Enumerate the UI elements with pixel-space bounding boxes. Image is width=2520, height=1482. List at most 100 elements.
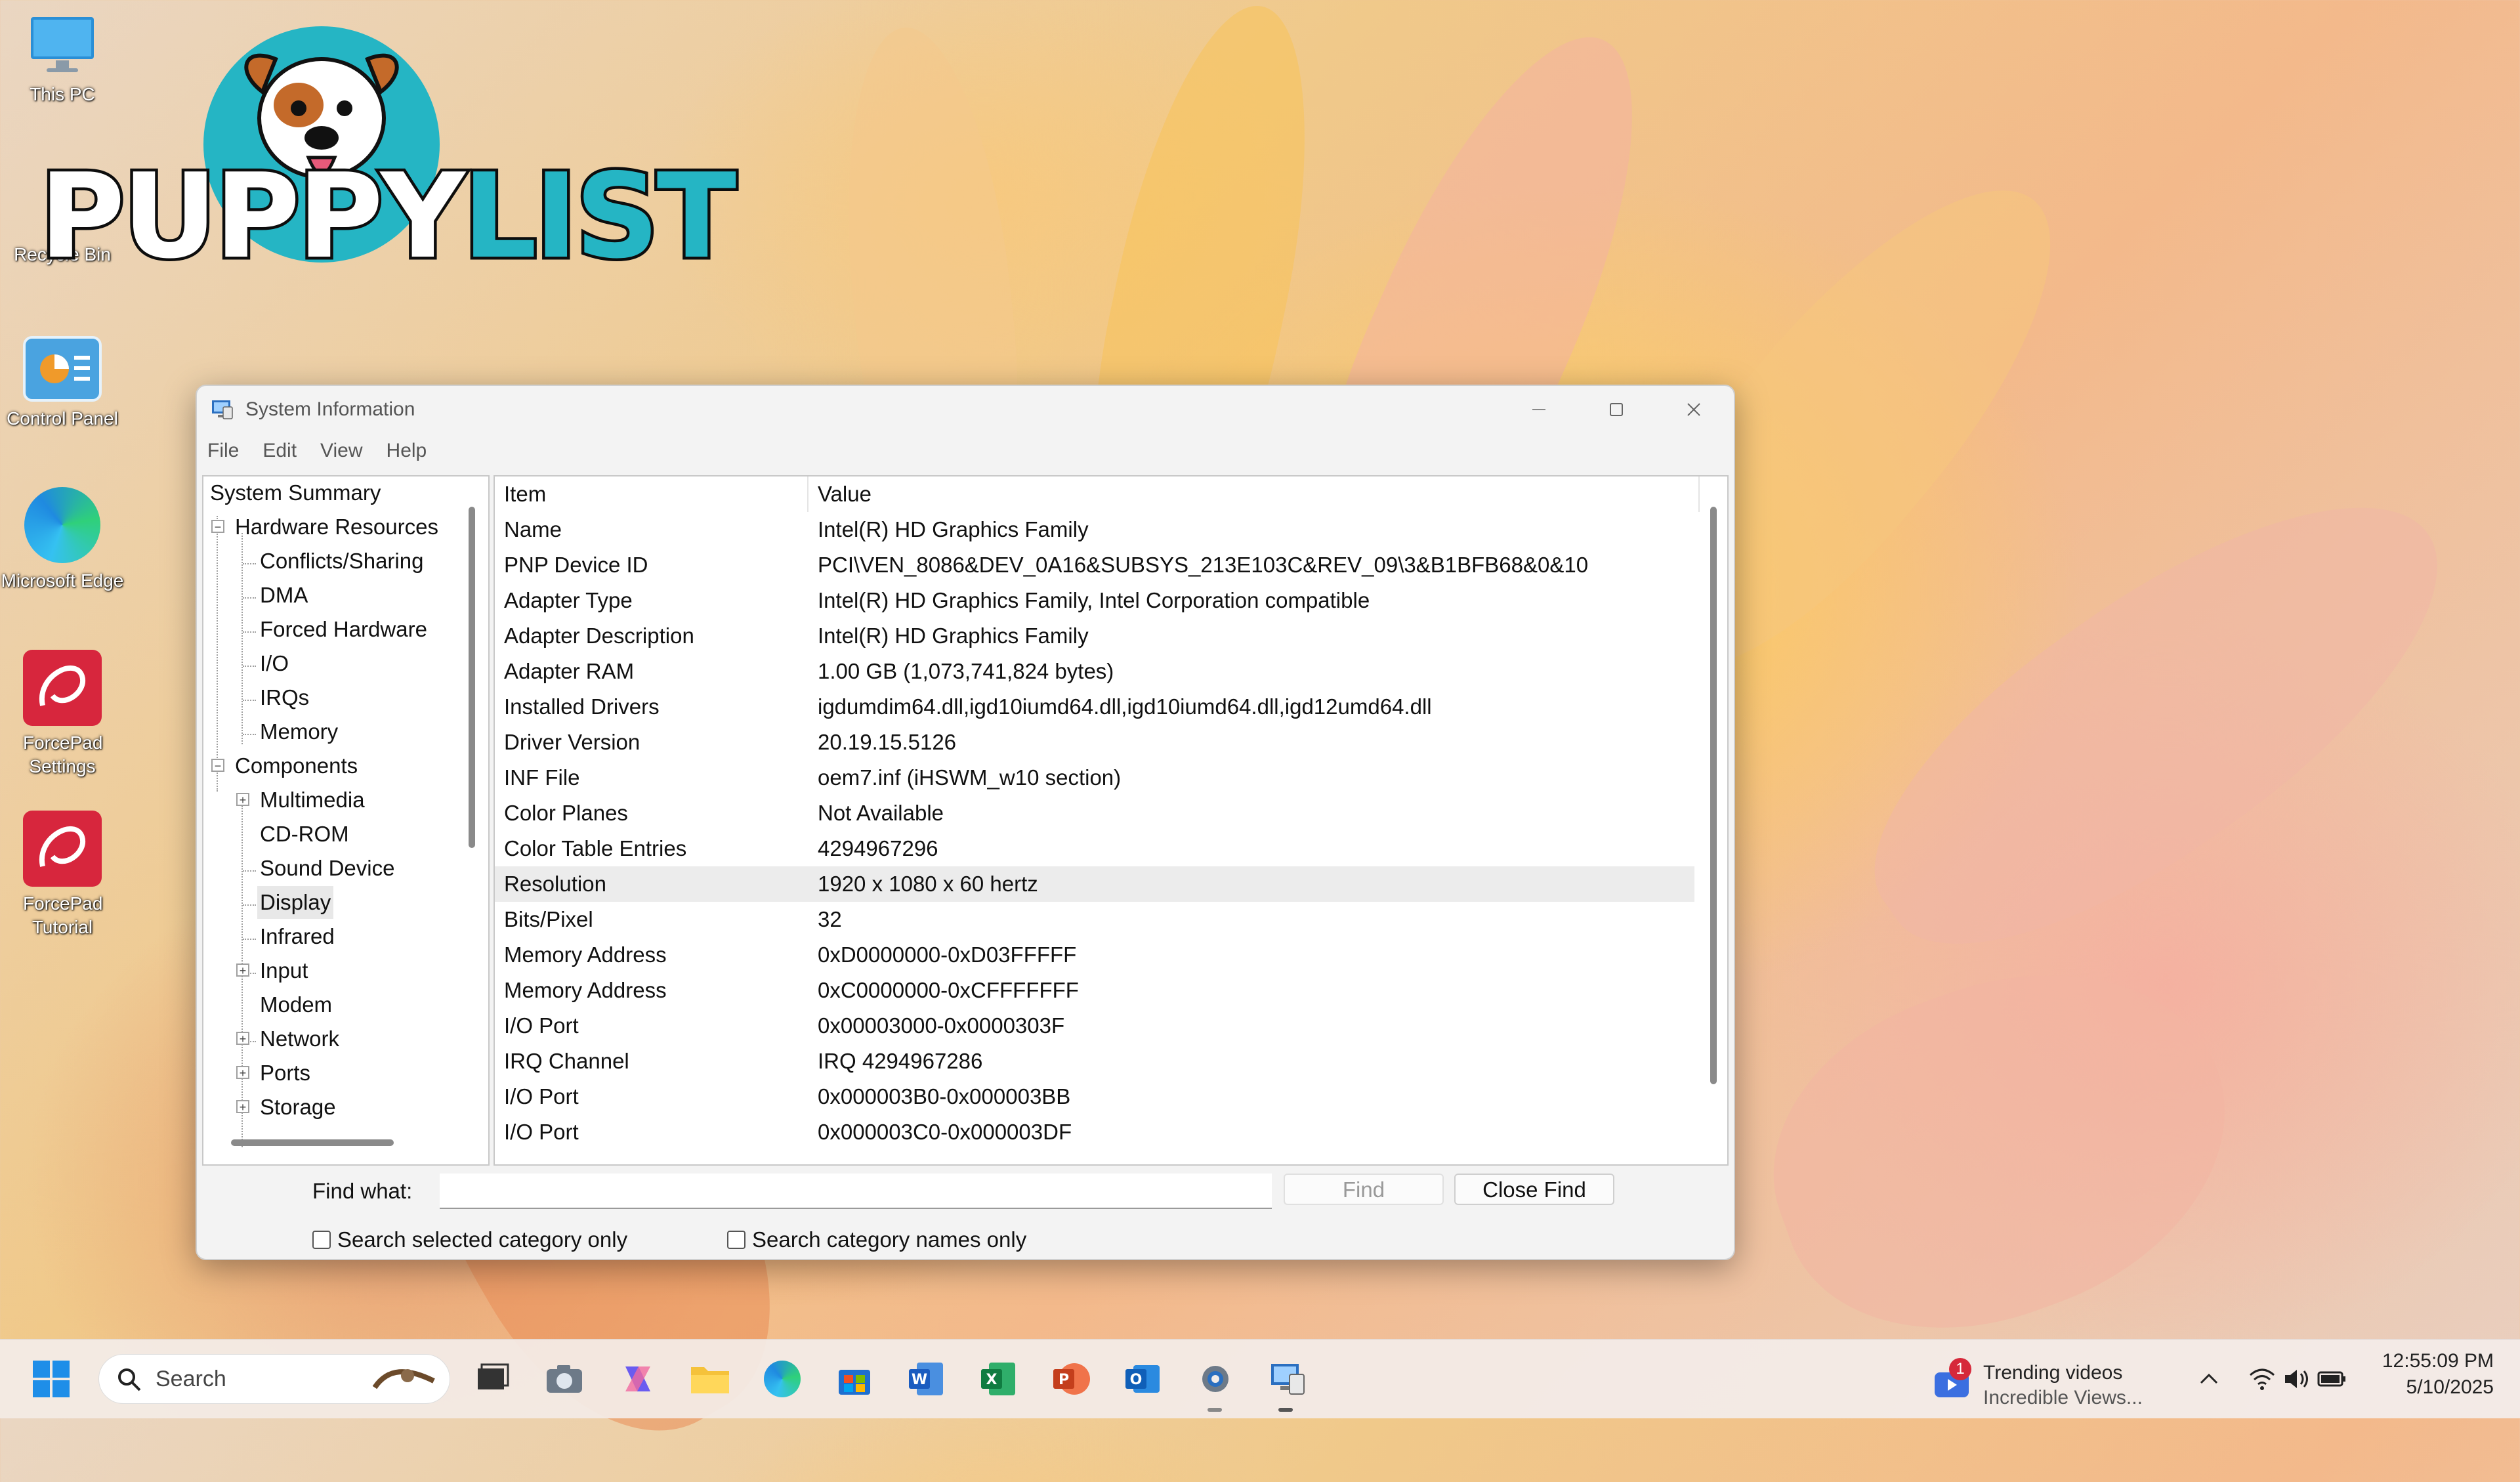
column-separator[interactable] (1698, 476, 1700, 512)
table-row[interactable]: Name Intel(R) HD Graphics Family (495, 512, 1694, 547)
tree-vertical-scrollbar[interactable] (469, 507, 475, 848)
tree-item-dma[interactable]: DMA (260, 579, 308, 612)
table-row[interactable]: Color Table Entries 4294967296 (495, 831, 1694, 866)
taskbar-excel[interactable]: X (978, 1358, 1020, 1400)
desktop-icon-forcepad-tutorial[interactable]: ForcePad Tutorial (0, 811, 125, 939)
tree-item-hardware-resources[interactable]: Hardware Resources (235, 511, 438, 543)
category-tree[interactable]: System Summary − Hardware Resources Conf… (202, 475, 490, 1166)
tree-item-forced-hardware[interactable]: Forced Hardware (260, 613, 427, 646)
tree-item-sound-device[interactable]: Sound Device (260, 852, 394, 885)
table-row[interactable]: Resolution 1920 x 1080 x 60 hertz (495, 866, 1694, 902)
collapse-icon[interactable]: − (211, 759, 224, 772)
tree-item-irqs[interactable]: IRQs (260, 681, 309, 714)
trending-videos-widget[interactable]: 1 Trending videos Incredible Views... (1933, 1351, 2170, 1408)
table-row[interactable]: Memory Address 0xC0000000-0xCFFFFFFF (495, 973, 1694, 1008)
tree-item-io[interactable]: I/O (260, 647, 289, 680)
table-row[interactable]: PNP Device ID PCI\VEN_8086&DEV_0A16&SUBSY… (495, 547, 1694, 583)
taskbar-file-explorer[interactable] (689, 1358, 731, 1400)
taskbar-edge[interactable] (761, 1358, 803, 1400)
tree-item-system-summary[interactable]: System Summary (210, 476, 381, 509)
taskbar-outlook[interactable]: O (1122, 1358, 1164, 1400)
row-item: Resolution (504, 872, 606, 896)
desktop-icon-edge[interactable]: Microsoft Edge (0, 487, 125, 593)
taskbar-camera[interactable] (543, 1358, 585, 1400)
column-separator[interactable] (807, 476, 808, 512)
maximize-button[interactable] (1578, 386, 1655, 433)
taskbar-settings[interactable] (1194, 1358, 1236, 1400)
expand-icon[interactable]: + (236, 963, 249, 977)
expand-icon[interactable]: + (236, 1100, 249, 1113)
checkbox-box[interactable] (727, 1231, 746, 1249)
wallpaper-petal (1729, 916, 2274, 1382)
checkbox-box[interactable] (312, 1231, 331, 1249)
show-hidden-icons-button[interactable] (2188, 1358, 2230, 1400)
taskbar-task-view[interactable] (471, 1358, 513, 1400)
row-item: Name (504, 517, 562, 541)
taskbar-search-box[interactable]: Search (98, 1354, 450, 1404)
tree-item-memory[interactable]: Memory (260, 715, 338, 748)
tree-item-display[interactable]: Display (257, 886, 334, 919)
close-find-button[interactable]: Close Find (1454, 1174, 1614, 1205)
tree-item-cd-rom[interactable]: CD-ROM (260, 818, 349, 851)
tree-item-conflicts-sharing[interactable]: Conflicts/Sharing (260, 545, 423, 578)
table-row[interactable]: I/O Port 0x00003000-0x0000303F (495, 1008, 1694, 1044)
tree-item-multimedia[interactable]: Multimedia (260, 784, 365, 816)
tree-item-components[interactable]: Components (235, 750, 358, 782)
details-grid[interactable]: Item Value Name Intel(R) HD Graphics Fami… (494, 475, 1729, 1166)
collapse-icon[interactable]: − (211, 520, 224, 533)
wallpaper-petal (1818, 431, 2500, 1013)
table-row[interactable]: Driver Version 20.19.15.5126 (495, 725, 1694, 760)
tree-item-input[interactable]: Input (260, 954, 308, 987)
menu-help[interactable]: Help (387, 440, 427, 462)
table-row[interactable]: I/O Port 0x000003C0-0x000003DF (495, 1114, 1694, 1150)
table-row[interactable]: Installed Drivers igdumdim64.dll,igd10ium… (495, 689, 1694, 725)
menu-view[interactable]: View (320, 440, 362, 462)
expand-icon[interactable]: + (236, 1066, 249, 1079)
clock[interactable]: 12:55:09 PM 5/10/2025 (2362, 1350, 2494, 1409)
close-button[interactable] (1655, 386, 1732, 433)
table-row[interactable]: Adapter Type Intel(R) HD Graphics Family,… (495, 583, 1694, 618)
table-row[interactable]: Adapter RAM 1.00 GB (1,073,741,824 bytes) (495, 654, 1694, 689)
table-row[interactable]: Color Planes Not Available (495, 795, 1694, 831)
table-row[interactable]: Memory Address 0xD0000000-0xD03FFFFF (495, 937, 1694, 973)
column-header-item[interactable]: Item (504, 476, 546, 512)
title-bar[interactable]: System Information (197, 386, 1734, 433)
find-what-input[interactable] (440, 1174, 1272, 1209)
expand-icon[interactable]: + (236, 793, 249, 806)
taskbar-copilot[interactable] (617, 1358, 659, 1400)
table-row[interactable]: I/O Port 0x000003B0-0x000003BB (495, 1079, 1694, 1114)
row-value: 32 (818, 907, 842, 931)
row-value: 1920 x 1080 x 60 hertz (818, 872, 1038, 896)
tree-item-network[interactable]: Network (260, 1023, 339, 1055)
tree-item-storage[interactable]: Storage (260, 1091, 336, 1124)
start-button[interactable] (30, 1358, 72, 1400)
table-row[interactable]: IRQ Channel IRQ 4294967286 (495, 1044, 1694, 1079)
tree-item-modem[interactable]: Modem (260, 988, 332, 1021)
column-header-value[interactable]: Value (818, 476, 872, 512)
taskbar-powerpoint[interactable]: P (1050, 1358, 1092, 1400)
desktop-icon-control-panel[interactable]: Control Panel (0, 336, 125, 431)
system-information-window[interactable]: System Information File Edit View Help S… (196, 385, 1735, 1260)
search-category-names-checkbox[interactable]: Search category names only (727, 1227, 1026, 1252)
grid-vertical-scrollbar[interactable] (1710, 507, 1717, 1084)
find-button[interactable]: Find (1284, 1174, 1444, 1205)
table-row[interactable]: Adapter Description Intel(R) HD Graphics … (495, 618, 1694, 654)
clock-time: 12:55:09 PM (2382, 1350, 2494, 1372)
taskbar-store[interactable] (833, 1358, 875, 1400)
search-selected-category-checkbox[interactable]: Search selected category only (312, 1227, 627, 1252)
taskbar-system-information[interactable] (1267, 1358, 1309, 1400)
tree-item-infrared[interactable]: Infrared (260, 920, 335, 953)
table-row[interactable]: INF File oem7.inf (iHSWM_w10 section) (495, 760, 1694, 795)
desktop-icon-forcepad-settings[interactable]: ForcePad Settings (0, 650, 125, 778)
quick-settings-button[interactable] (2244, 1358, 2349, 1400)
taskbar-word[interactable]: W (906, 1358, 948, 1400)
table-row[interactable]: Bits/Pixel 32 (495, 902, 1694, 937)
checkbox-label: Search selected category only (337, 1227, 628, 1252)
minimize-button[interactable] (1500, 386, 1578, 433)
tree-horizontal-scrollbar[interactable] (231, 1139, 394, 1146)
tree-item-ports[interactable]: Ports (260, 1057, 310, 1090)
menu-edit[interactable]: Edit (262, 440, 297, 462)
menu-file[interactable]: File (207, 440, 239, 462)
expand-icon[interactable]: + (236, 1032, 249, 1045)
find-bar: Find what: Find Close Find Search select… (197, 1166, 1734, 1259)
